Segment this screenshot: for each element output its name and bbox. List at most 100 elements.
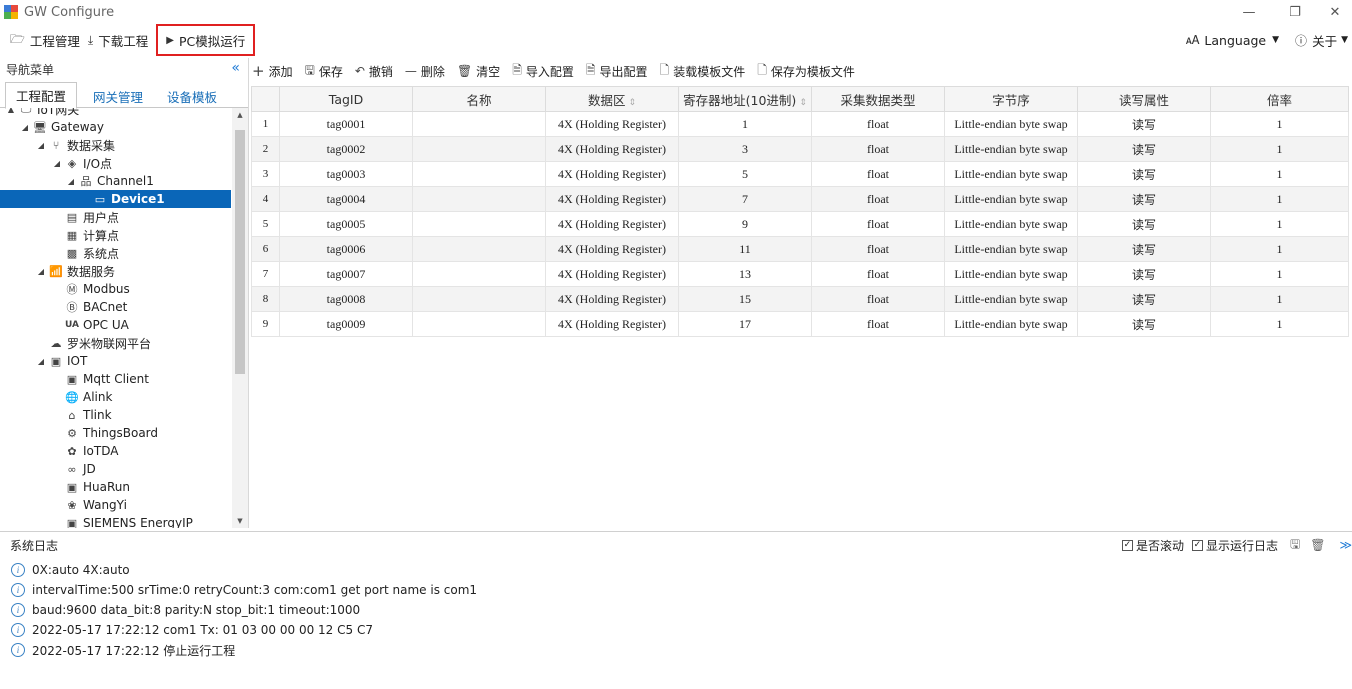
pc-simulate-button[interactable]: ▶ PC模拟运行 (156, 24, 256, 56)
table-cell[interactable]: 4X (Holding Register) (545, 161, 679, 187)
table-cell[interactable] (412, 161, 546, 187)
tree-node-系统点[interactable]: ▩ 系统点 (52, 244, 119, 262)
table-cell[interactable]: float (811, 111, 945, 137)
table-row[interactable]: 8 tag0008 4X (Holding Register) 15 float Litt… (251, 286, 1349, 312)
table-cell[interactable]: tag0003 (279, 161, 413, 187)
table-row[interactable]: 6 tag0006 4X (Holding Register) 11 float Litt… (251, 236, 1349, 262)
expand-arrow-icon[interactable]: ◢ (36, 357, 46, 366)
expand-arrow-icon[interactable]: ◢ (52, 159, 62, 168)
autoscroll-checkbox[interactable]: ✓ 是否滚动 (1121, 537, 1184, 554)
expand-arrow-icon[interactable]: ▲ (6, 108, 16, 114)
collapse-icon[interactable]: « (231, 60, 240, 76)
save-log-icon[interactable]: 🖫 (1290, 535, 1300, 556)
table-cell[interactable]: Little-endian byte swap (944, 286, 1078, 312)
table-cell[interactable]: float (811, 136, 945, 162)
expand-arrow-icon[interactable]: ◢ (36, 141, 46, 150)
table-cell[interactable]: 读写 (1077, 186, 1211, 212)
tree-node-wangyi[interactable]: ❀ WangYi (52, 496, 127, 514)
table-cell[interactable]: 1 (1210, 236, 1349, 262)
import-config-button[interactable]: 🗎 导入配置 (512, 61, 574, 82)
table-cell[interactable]: 5 (678, 161, 812, 187)
table-cell[interactable]: 读写 (1077, 211, 1211, 237)
table-cell[interactable]: 1 (1210, 161, 1349, 187)
show-runlog-checkbox[interactable]: ✓ 显示运行日志 (1191, 537, 1278, 554)
table-cell[interactable]: Little-endian byte swap (944, 111, 1078, 137)
table-cell[interactable]: tag0008 (279, 286, 413, 312)
restore-button[interactable]: ❐ (1272, 0, 1318, 24)
table-cell[interactable]: tag0002 (279, 136, 413, 162)
clear-log-icon[interactable]: 🗑 (1310, 538, 1325, 552)
col-header-data-type[interactable]: 采集数据类型 (811, 86, 945, 112)
table-cell[interactable]: 1 (1210, 286, 1349, 312)
tree-node-device1[interactable]: ▭ Device1 (0, 190, 231, 208)
table-cell[interactable]: Little-endian byte swap (944, 211, 1078, 237)
table-cell[interactable] (412, 286, 546, 312)
table-cell[interactable]: 7 (678, 186, 812, 212)
table-cell[interactable]: 13 (678, 261, 812, 287)
tree-node-mqtt-client[interactable]: ▣ Mqtt Client (52, 370, 149, 388)
table-cell[interactable]: tag0001 (279, 111, 413, 137)
save-button[interactable]: 🖫 保存 (305, 61, 343, 82)
table-cell[interactable]: float (811, 161, 945, 187)
table-cell[interactable]: 读写 (1077, 111, 1211, 137)
table-row[interactable]: 3 tag0003 4X (Holding Register) 5 float Littl… (251, 161, 1349, 187)
table-cell[interactable]: 1 (678, 111, 812, 137)
clear-button[interactable]: 🗑 清空 (457, 63, 500, 80)
table-cell[interactable]: 1 (1210, 186, 1349, 212)
table-cell[interactable]: float (811, 186, 945, 212)
table-cell[interactable]: 4X (Holding Register) (545, 286, 679, 312)
download-project-button[interactable]: ⤓ 下载工程 (84, 28, 152, 52)
save-template-button[interactable]: 🗋 保存为模板文件 (757, 61, 855, 82)
table-cell[interactable]: tag0007 (279, 261, 413, 287)
chevron-double-down-icon[interactable]: ≫ (1339, 538, 1352, 552)
table-cell[interactable]: 17 (678, 311, 812, 337)
tree-node-channel1[interactable]: ◢ 品 Channel1 (66, 172, 154, 190)
tree-node-siemens-energyip[interactable]: ▣ SIEMENS EnergyIP (52, 514, 193, 528)
load-template-button[interactable]: 🗋 装载模板文件 (660, 61, 746, 82)
tree-node-opc-ua[interactable]: UA OPC UA (52, 316, 129, 334)
tree-node-用户点[interactable]: ▤ 用户点 (52, 208, 119, 226)
tree-node-iotda[interactable]: ✿ IoTDA (52, 442, 118, 460)
table-cell[interactable]: 1 (1210, 261, 1349, 287)
tree-node-alink[interactable]: 🌐 Alink (52, 388, 112, 406)
table-row[interactable]: 5 tag0005 4X (Holding Register) 9 float Littl… (251, 211, 1349, 237)
expand-arrow-icon[interactable]: ◢ (66, 177, 76, 186)
table-cell[interactable]: 1 (1210, 136, 1349, 162)
tree-node-iot网关[interactable]: ▲ 🖵 IoT网关 (6, 108, 79, 118)
table-cell[interactable]: 15 (678, 286, 812, 312)
minimize-button[interactable]: — (1226, 0, 1272, 24)
tree-node-iot[interactable]: ◢ ▣ IOT (36, 352, 87, 370)
table-cell[interactable]: 4X (Holding Register) (545, 236, 679, 262)
tree-node-计算点[interactable]: ▦ 计算点 (52, 226, 119, 244)
table-cell[interactable]: Little-endian byte swap (944, 161, 1078, 187)
tree-node-thingsboard[interactable]: ⚙ ThingsBoard (52, 424, 158, 442)
table-cell[interactable]: 4X (Holding Register) (545, 211, 679, 237)
table-cell[interactable]: 1 (1210, 211, 1349, 237)
table-cell[interactable]: tag0009 (279, 311, 413, 337)
tree-node-modbus[interactable]: Ⓜ Modbus (52, 280, 130, 298)
table-cell[interactable]: 1 (1210, 311, 1349, 337)
about-menu[interactable]: ⓘ 关于 ▼ (1291, 28, 1352, 52)
tree-node-数据服务[interactable]: ◢ 📶 数据服务 (36, 262, 115, 280)
table-cell[interactable]: 读写 (1077, 236, 1211, 262)
table-cell[interactable]: 读写 (1077, 136, 1211, 162)
table-cell[interactable] (412, 186, 546, 212)
table-cell[interactable]: float (811, 311, 945, 337)
undo-button[interactable]: ↶ 撤销 (355, 63, 393, 80)
table-row[interactable]: 1 tag0001 4X (Holding Register) 1 float Littl… (251, 111, 1349, 137)
table-cell[interactable]: 11 (678, 236, 812, 262)
expand-arrow-icon[interactable]: ◢ (20, 123, 30, 132)
tree-node-huarun[interactable]: ▣ HuaRun (52, 478, 130, 496)
export-config-button[interactable]: 🗎 导出配置 (586, 61, 648, 82)
table-cell[interactable]: Little-endian byte swap (944, 186, 1078, 212)
table-row[interactable]: 7 tag0007 4X (Holding Register) 13 float Litt… (251, 261, 1349, 287)
tree-node-gateway[interactable]: ◢ 🖥 Gateway (20, 118, 104, 136)
table-cell[interactable] (412, 311, 546, 337)
table-cell[interactable]: float (811, 286, 945, 312)
tree-node-bacnet[interactable]: Ⓑ BACnet (52, 298, 128, 316)
tab-gateway-manage[interactable]: 网关管理 (80, 83, 156, 109)
expand-arrow-icon[interactable]: ◢ (36, 267, 46, 276)
table-cell[interactable]: tag0006 (279, 236, 413, 262)
table-cell[interactable]: float (811, 211, 945, 237)
table-cell[interactable]: 4X (Holding Register) (545, 311, 679, 337)
